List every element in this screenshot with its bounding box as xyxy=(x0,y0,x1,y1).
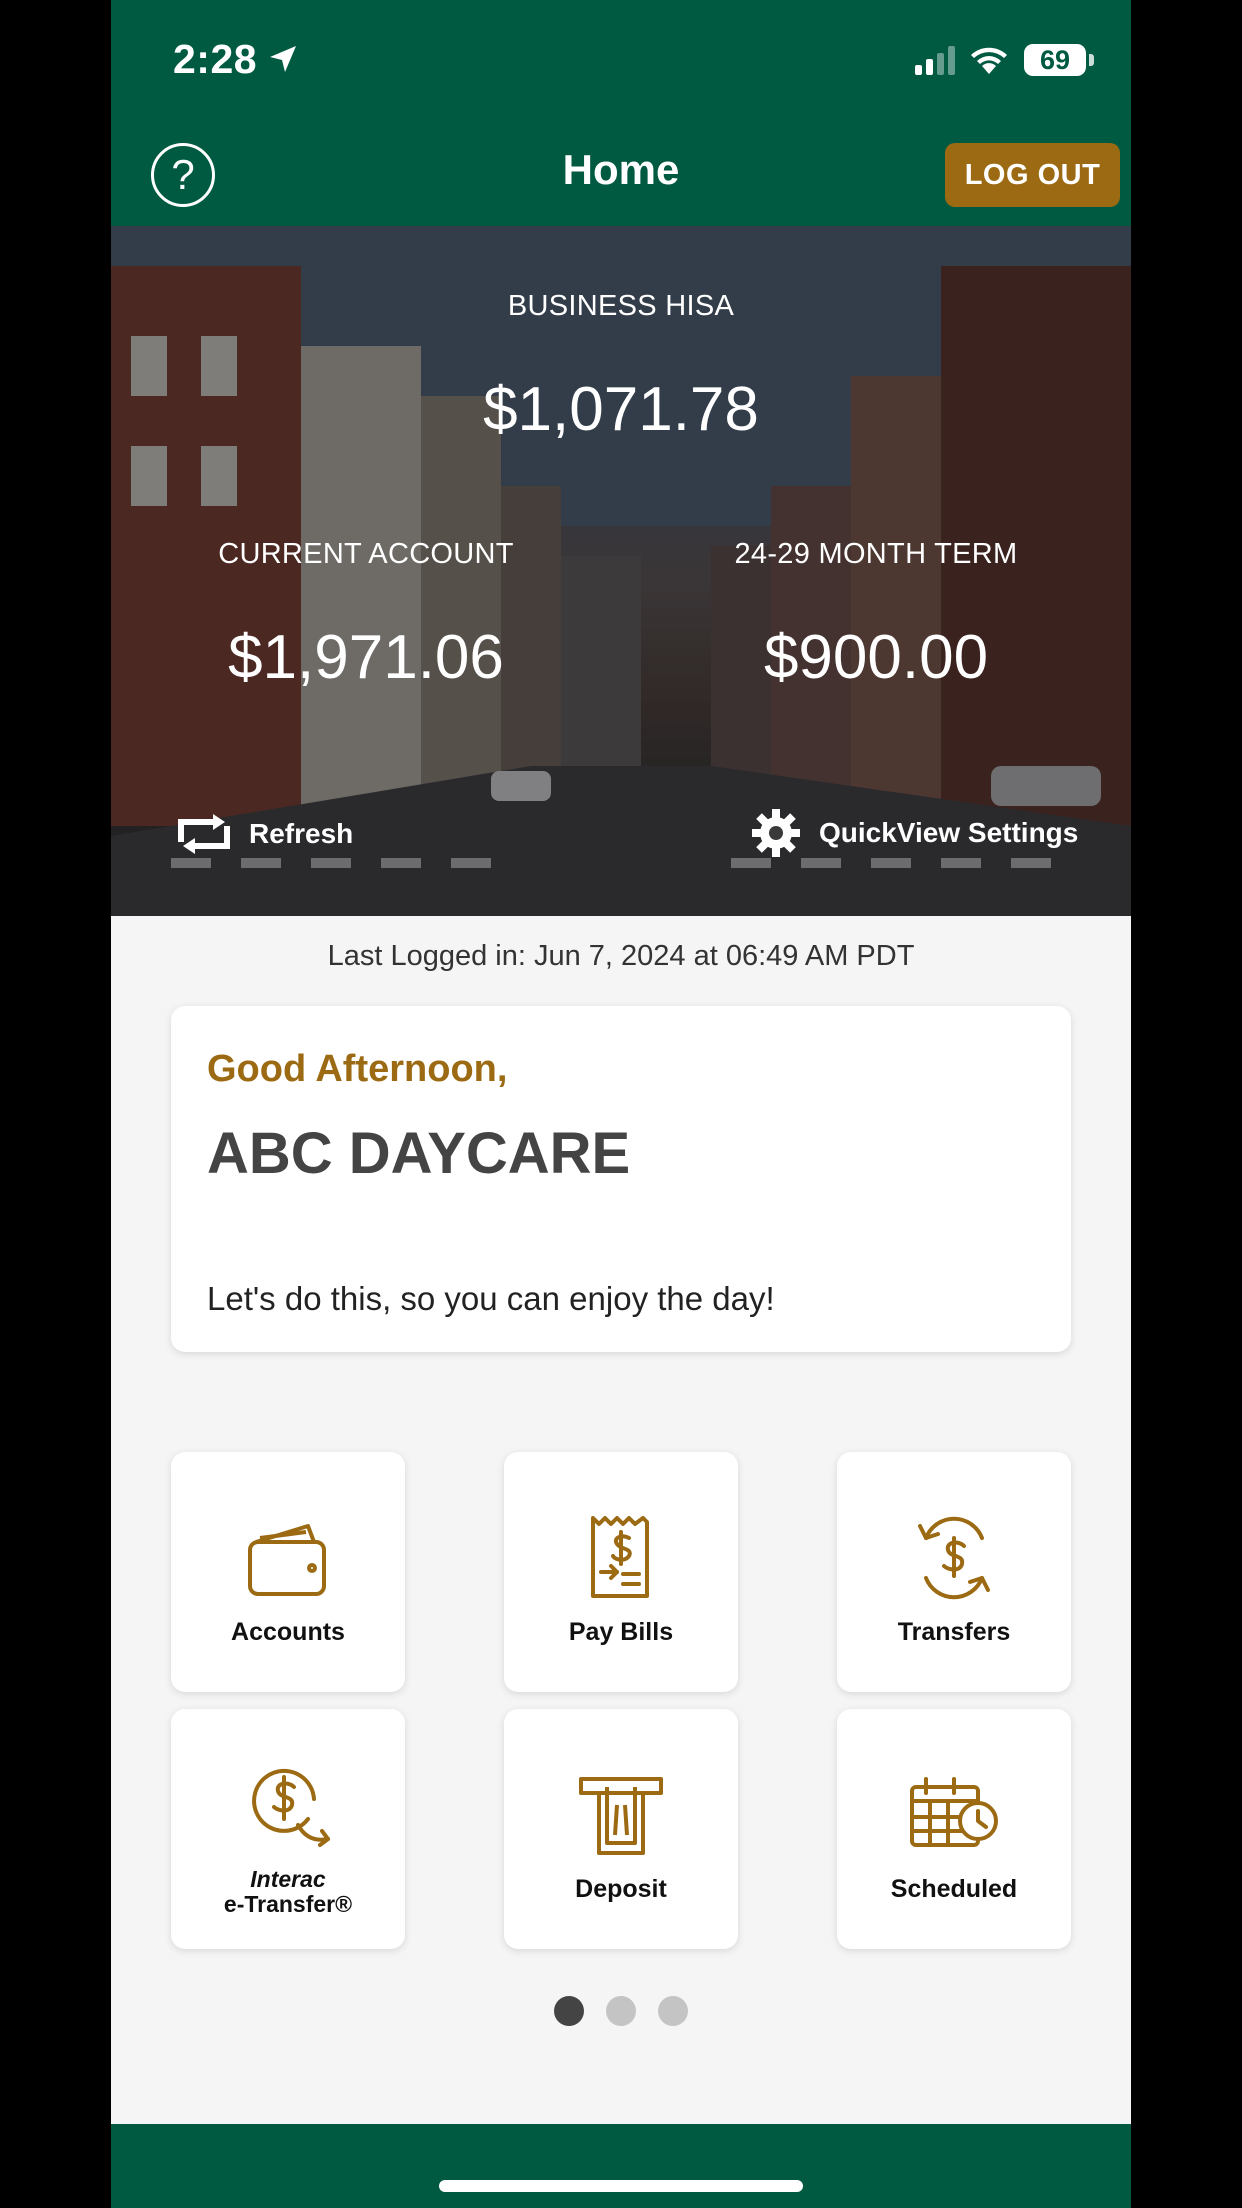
app-screen: 2:28 69 ? Home LOG OUT BUSINESS HISA $1,… xyxy=(111,0,1131,2208)
business-name: ABC DAYCARE xyxy=(207,1121,631,1186)
refresh-button[interactable]: Refresh xyxy=(173,812,353,856)
quickview-settings-button[interactable]: QuickView Settings xyxy=(751,808,1078,858)
tile-label: Deposit xyxy=(575,1875,667,1903)
deposit-icon xyxy=(579,1777,663,1855)
battery-indicator: 69 xyxy=(1024,44,1086,76)
logout-button[interactable]: LOG OUT xyxy=(945,143,1120,207)
tile-scheduled[interactable]: Scheduled xyxy=(837,1709,1071,1949)
transfer-icon xyxy=(918,1516,990,1600)
right-account-balance: $900.00 xyxy=(763,623,989,692)
last-logged-in: Last Logged in: Jun 7, 2024 at 06:49 AM … xyxy=(327,940,915,972)
tile-label: Scheduled xyxy=(890,1875,1018,1903)
greeting-card: Good Afternoon, ABC DAYCARE Let's do thi… xyxy=(171,1006,1071,1352)
tile-interac-etransfer[interactable]: Interac e-Transfer® xyxy=(171,1709,405,1949)
tile-label: Interac e-Transfer® xyxy=(171,1867,405,1917)
tile-label: Accounts xyxy=(231,1618,345,1646)
quickview-settings-label: QuickView Settings xyxy=(819,817,1079,848)
page-dot-1[interactable] xyxy=(554,1996,584,2026)
primary-account-label: BUSINESS HISA xyxy=(507,290,735,322)
signal-icon xyxy=(915,46,955,75)
right-account-label: 24-29 MONTH TERM xyxy=(734,538,1018,570)
calendar-icon xyxy=(910,1777,998,1847)
tile-pay-bills[interactable]: Pay Bills xyxy=(504,1452,738,1692)
bill-icon xyxy=(591,1516,649,1598)
left-account-label: CURRENT ACCOUNT xyxy=(218,538,514,570)
battery-tip xyxy=(1089,54,1094,66)
tile-label-line1: Interac xyxy=(250,1866,326,1892)
wifi-icon xyxy=(971,47,1007,74)
tile-accounts[interactable]: Accounts xyxy=(171,1452,405,1692)
refresh-icon xyxy=(178,814,230,854)
primary-account-balance: $1,071.78 xyxy=(483,375,759,444)
etransfer-icon xyxy=(252,1768,330,1847)
gear-icon xyxy=(752,809,800,857)
header-bar: 2:28 69 ? Home LOG OUT xyxy=(111,0,1131,226)
refresh-label: Refresh xyxy=(249,818,354,849)
left-account-balance: $1,971.06 xyxy=(228,623,504,692)
home-indicator[interactable] xyxy=(439,2180,803,2192)
location-arrow-icon xyxy=(270,46,296,72)
page-dot-2[interactable] xyxy=(606,1996,636,2026)
greeting-message: Let's do this, so you can enjoy the day! xyxy=(207,1280,775,1317)
tile-label: Pay Bills xyxy=(568,1618,674,1646)
tile-transfers[interactable]: Transfers xyxy=(837,1452,1071,1692)
quickview-panel: BUSINESS HISA $1,071.78 CURRENT ACCOUNT … xyxy=(111,226,1131,916)
tile-label-line2: e-Transfer® xyxy=(223,1891,353,1917)
tile-label: Transfers xyxy=(897,1618,1011,1646)
tile-deposit[interactable]: Deposit xyxy=(504,1709,738,1949)
greeting-salutation: Good Afternoon, xyxy=(207,1048,508,1090)
page-indicator xyxy=(111,1996,1131,2026)
page-dot-3[interactable] xyxy=(658,1996,688,2026)
wallet-icon xyxy=(248,1524,326,1596)
status-time: 2:28 xyxy=(173,36,258,82)
bottom-bar xyxy=(111,2124,1131,2208)
